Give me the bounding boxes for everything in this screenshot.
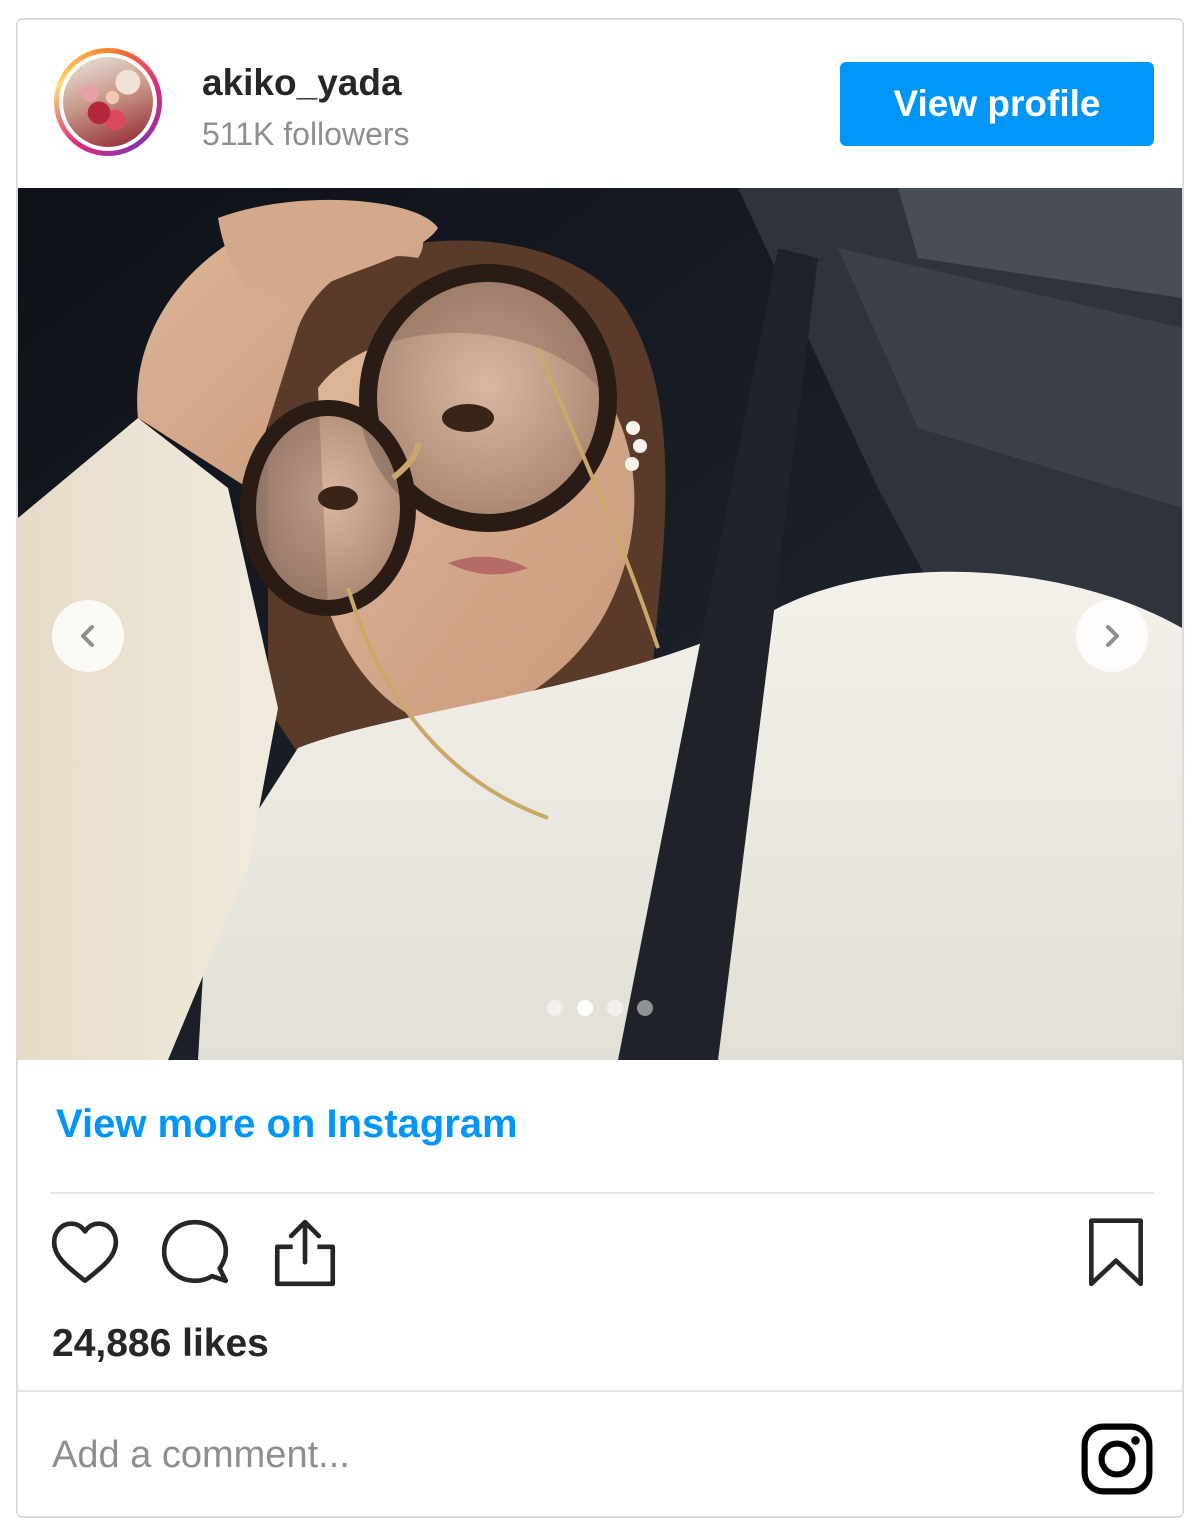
carousel-dot bbox=[547, 1000, 563, 1016]
selfie-in-car-image bbox=[18, 188, 1182, 1060]
follower-count: 511K followers bbox=[202, 116, 410, 152]
comment-input[interactable]: Add a comment... bbox=[52, 1434, 350, 1477]
chevron-left-icon bbox=[81, 625, 94, 647]
instagram-embed-card: akiko_yada 511K followers View profile V… bbox=[16, 18, 1184, 1518]
username[interactable]: akiko_yada bbox=[202, 62, 402, 104]
carousel-prev-button[interactable] bbox=[52, 600, 124, 672]
carousel-dot-active bbox=[577, 1000, 593, 1016]
avatar-ring[interactable] bbox=[54, 48, 162, 156]
share-icon[interactable] bbox=[268, 1216, 342, 1290]
carousel-next-button[interactable] bbox=[1076, 600, 1148, 672]
post-header: akiko_yada 511K followers View profile bbox=[18, 20, 1182, 188]
view-profile-button[interactable]: View profile bbox=[840, 62, 1154, 146]
bookmark-icon[interactable] bbox=[1084, 1216, 1148, 1290]
divider bbox=[50, 1192, 1154, 1194]
avatar bbox=[63, 57, 153, 147]
carousel-indicator bbox=[18, 1000, 1182, 1016]
view-more-link[interactable]: View more on Instagram bbox=[56, 1102, 518, 1147]
action-bar bbox=[18, 1216, 1182, 1296]
carousel-dot bbox=[637, 1000, 653, 1016]
likes-count: 24,886 likes bbox=[52, 1322, 269, 1365]
heart-icon[interactable] bbox=[48, 1216, 122, 1290]
chevron-right-icon bbox=[1106, 625, 1119, 647]
carousel-dot bbox=[607, 1000, 623, 1016]
divider bbox=[18, 1390, 1182, 1392]
comment-icon[interactable] bbox=[158, 1216, 232, 1290]
post-photo[interactable] bbox=[18, 188, 1182, 1060]
instagram-icon[interactable] bbox=[1080, 1422, 1154, 1496]
